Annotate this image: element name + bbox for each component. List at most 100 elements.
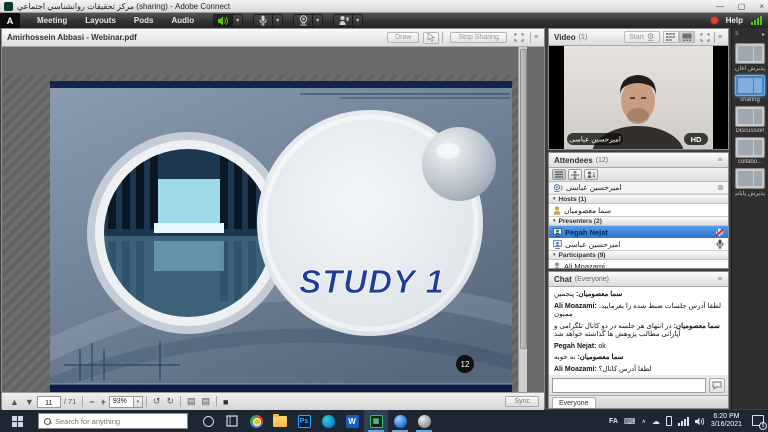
share-scrollbar[interactable] xyxy=(518,47,527,420)
menu-meeting[interactable]: Meeting xyxy=(28,13,76,28)
filmstrip-view-button[interactable] xyxy=(679,31,695,43)
layouts-panel-collapse-icon[interactable]: ▸ xyxy=(762,31,765,38)
chrome-button[interactable] xyxy=(244,410,268,432)
presenters-section-header[interactable]: ▾ Presenters (2) xyxy=(549,216,728,226)
layout-label: پذیرش آغازین xyxy=(735,65,765,72)
touch-keyboard-icon[interactable]: ⌨ xyxy=(624,417,636,426)
participants-section-header[interactable]: ▾ Participants (9) xyxy=(549,250,728,260)
attendee-status-view-button[interactable] xyxy=(584,169,598,180)
attendee-breakout-view-button[interactable] xyxy=(568,169,582,180)
status-dropdown[interactable]: ▾ xyxy=(353,14,363,27)
start-webcam-button[interactable]: Start xyxy=(624,31,660,43)
thumbnail-panel-button[interactable]: ■ xyxy=(223,397,228,407)
edge-button[interactable] xyxy=(316,410,340,432)
search-input[interactable] xyxy=(55,417,175,426)
mic-dropdown[interactable]: ▾ xyxy=(273,14,283,27)
dismiss-speaker-button[interactable]: ⊗ xyxy=(717,183,724,192)
attendee-row-host[interactable]: سما معصومیان xyxy=(549,204,728,216)
attendee-row-participant[interactable]: Ali Moazami xyxy=(549,260,728,269)
cortana-button[interactable] xyxy=(196,410,220,432)
attendees-pod-menu-button[interactable]: ≡ xyxy=(718,157,723,164)
rotate-right-button[interactable]: ↻ xyxy=(166,396,174,407)
hidden-icons-chevron[interactable]: ∧ xyxy=(641,418,645,425)
attendee-row-presenter[interactable]: امیرحسین عباسی xyxy=(549,238,728,250)
video-fullscreen-button[interactable] xyxy=(699,31,711,43)
video-pod-menu-button[interactable]: ≡ xyxy=(718,34,723,41)
chat-input-row xyxy=(549,375,728,395)
connection-strength-icon[interactable] xyxy=(751,16,762,25)
mic-icon xyxy=(259,15,267,26)
page-number-input[interactable]: 11 xyxy=(37,396,61,408)
volume-icon[interactable] xyxy=(695,417,705,426)
layouts-panel-menu-icon[interactable]: ≡ xyxy=(735,31,739,37)
send-message-button[interactable] xyxy=(709,378,725,393)
active-app-button[interactable]: ▦ xyxy=(364,410,388,432)
share-pod-menu-button[interactable]: ≡ xyxy=(534,34,539,41)
taskbar-search[interactable] xyxy=(38,413,188,429)
pinned-app-gray-button[interactable] xyxy=(412,410,436,432)
active-speaker-row[interactable]: امیرحسین عباسی ⊗ xyxy=(549,182,728,194)
layout-item-opening[interactable]: پذیرش آغازین xyxy=(735,43,765,72)
menu-pods[interactable]: Pods xyxy=(125,13,163,28)
chat-input[interactable] xyxy=(552,378,706,393)
menu-layouts[interactable]: Layouts xyxy=(76,13,125,28)
attendee-row-presenter-selected[interactable]: Pegah Nejat xyxy=(549,226,728,238)
draw-button[interactable]: Draw xyxy=(387,32,419,43)
pinned-app-blue-button[interactable] xyxy=(388,410,412,432)
hosts-section-header[interactable]: ▾ Hosts (1) xyxy=(549,194,728,204)
recording-indicator-icon xyxy=(711,17,718,24)
pointer-button[interactable] xyxy=(423,32,439,44)
phone-icon[interactable] xyxy=(666,416,672,426)
help-link[interactable]: Help xyxy=(726,16,743,25)
speaker-dropdown[interactable]: ▾ xyxy=(233,14,243,27)
status-button[interactable] xyxy=(333,14,353,27)
window-title: مركز تحقيقات روانشناسي اجتماعي (sharing)… xyxy=(17,2,230,11)
onedrive-cloud-icon[interactable]: ☁ xyxy=(652,417,660,426)
language-indicator[interactable]: FA xyxy=(609,418,618,425)
page-up-button[interactable]: ▲ xyxy=(10,397,19,407)
layout-item-discussion[interactable]: Discussion xyxy=(735,106,765,134)
tab-everyone[interactable]: Everyone xyxy=(552,397,596,408)
attendees-toolbar xyxy=(549,168,728,182)
zoom-in-button[interactable]: + xyxy=(101,397,106,407)
action-center-button[interactable]: 5 xyxy=(748,414,764,428)
grid-view-button[interactable] xyxy=(663,31,679,43)
presenters-section-label: Presenters (2) xyxy=(559,218,602,225)
sync-button[interactable]: Sync xyxy=(505,396,539,407)
file-explorer-button[interactable] xyxy=(268,410,292,432)
single-page-view-button[interactable]: ▤ xyxy=(187,396,196,407)
two-page-view-button[interactable]: ▤ xyxy=(202,396,211,407)
folder-icon xyxy=(273,416,287,427)
photoshop-button[interactable]: Ps xyxy=(292,410,316,432)
zoom-level-select[interactable]: 93% ▾ xyxy=(109,396,143,408)
layout-item-closing[interactable]: پذیرش پایانی xyxy=(735,168,765,197)
layout-item-collaboration[interactable]: collabo... xyxy=(735,137,765,165)
webcam-button[interactable] xyxy=(293,14,313,27)
speaker-button[interactable] xyxy=(213,14,233,27)
webcam-dropdown[interactable]: ▾ xyxy=(313,14,323,27)
attendee-list-view-button[interactable] xyxy=(552,169,566,180)
task-view-button[interactable] xyxy=(220,410,244,432)
word-button[interactable]: W xyxy=(340,410,364,432)
start-button[interactable] xyxy=(0,410,34,432)
chat-messages[interactable]: سما معصومیان: پنجمین Ali Moazami: لطفا آ… xyxy=(549,287,728,375)
layout-label: پذیرش پایانی xyxy=(735,190,765,197)
chat-message: Pegah Nejat: ok xyxy=(554,343,723,352)
rotate-left-button[interactable]: ↺ xyxy=(153,396,161,407)
chat-pod-menu-button[interactable]: ≡ xyxy=(718,276,723,283)
fullscreen-button[interactable] xyxy=(511,32,527,44)
layout-item-sharing[interactable]: sharing xyxy=(735,75,765,103)
webcam-icon xyxy=(298,15,309,26)
menu-audio[interactable]: Audio xyxy=(162,13,203,28)
zoom-out-button[interactable]: − xyxy=(89,397,94,407)
close-button[interactable]: × xyxy=(759,2,764,11)
network-signal-icon[interactable] xyxy=(678,417,689,426)
minimize-button[interactable]: — xyxy=(716,2,724,11)
maximize-button[interactable]: ▢ xyxy=(738,2,746,11)
filmstrip-view-icon xyxy=(682,33,692,41)
stop-sharing-button[interactable]: Stop Sharing xyxy=(450,32,506,43)
adobe-connect-app-icon xyxy=(4,2,13,11)
page-down-button[interactable]: ▼ xyxy=(25,397,34,407)
mic-button[interactable] xyxy=(253,14,273,27)
taskbar-clock[interactable]: 6:20 PM 3/16/2021 xyxy=(711,413,742,429)
